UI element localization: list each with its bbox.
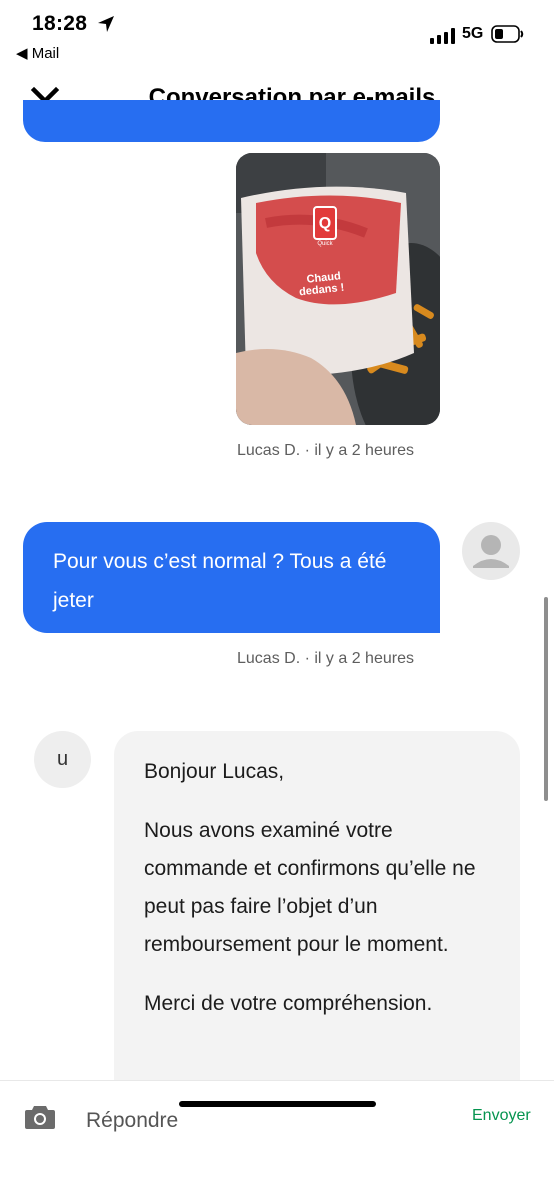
attached-photo[interactable]: Q Quick Chaud dedans !	[236, 153, 440, 425]
brand-small-label: Quick	[317, 241, 333, 247]
signal-icon	[430, 28, 456, 44]
message-meta: Lucas D. · il y a 2 heures	[237, 442, 414, 459]
user-message-text: Pour vous c’est normal ? Tous a été jete…	[53, 550, 387, 612]
support-avatar: u	[34, 731, 91, 788]
message-meta: Lucas D. · il y a 2 heures	[237, 650, 414, 667]
battery-icon	[491, 25, 524, 43]
user-message-bubble: Pour vous c’est normal ? Tous a été jete…	[23, 522, 440, 633]
reply-composer: Envoyer	[0, 1080, 554, 1201]
support-message-paragraph: Bonjour Lucas,	[144, 760, 285, 783]
camera-icon[interactable]	[24, 1104, 56, 1130]
location-arrow-icon	[98, 16, 114, 32]
support-message-paragraph: Merci de votre compréhension.	[144, 992, 433, 1015]
back-triangle-icon: ◀︎	[16, 45, 28, 62]
person-icon	[473, 535, 509, 568]
back-to-mail-link[interactable]: ◀︎ Mail	[16, 44, 59, 62]
back-app-label: Mail	[31, 45, 60, 62]
brand-letter: Q	[319, 215, 331, 232]
home-indicator[interactable]	[179, 1101, 376, 1107]
status-time: 18:28	[32, 12, 88, 35]
support-message-bubble: Bonjour Lucas, Nous avons examiné votre …	[114, 731, 520, 1131]
send-button[interactable]: Envoyer	[472, 1107, 531, 1125]
scrollbar[interactable]	[544, 597, 548, 801]
network-label: 5G	[462, 25, 484, 42]
previous-message-bubble	[23, 100, 440, 142]
user-avatar	[462, 522, 520, 580]
support-message-paragraph: Nous avons examiné votre commande et con…	[144, 819, 476, 956]
reply-input[interactable]	[86, 1109, 386, 1133]
